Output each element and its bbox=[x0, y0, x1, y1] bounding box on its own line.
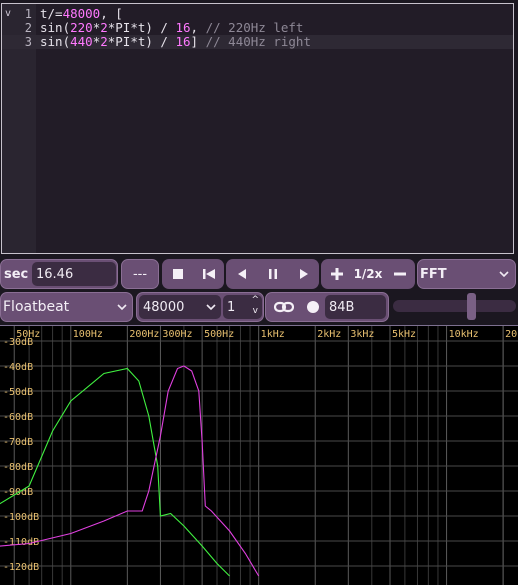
comment-token: // 440Hz right bbox=[205, 34, 311, 49]
restart-button[interactable] bbox=[193, 259, 224, 289]
number-token: 440 bbox=[70, 34, 93, 49]
plus-icon bbox=[330, 268, 343, 280]
db-tick-label: -100dB bbox=[3, 512, 39, 523]
frequency-tick-label: 1kHz bbox=[261, 329, 285, 340]
view-mode-select[interactable]: FFT bbox=[417, 259, 516, 289]
link-icon bbox=[274, 301, 294, 313]
fft-spectrum: 50Hz 100Hz 200Hz 300Hz 500Hz 1kHz 2kHz 3kHz 5kHz… bbox=[0, 325, 518, 585]
mode-select[interactable]: Floatbeat bbox=[0, 292, 133, 322]
code-text: t/=48000, [ bbox=[40, 7, 123, 21]
code-size-value: 84B bbox=[329, 299, 355, 315]
number-token: 16 bbox=[175, 20, 191, 35]
extra-display-text: --- bbox=[132, 266, 148, 282]
play-forward-button[interactable] bbox=[288, 259, 319, 289]
view-mode-value: FFT bbox=[420, 266, 447, 282]
play-backward-button[interactable] bbox=[226, 259, 257, 289]
code-token: , [ bbox=[100, 6, 123, 21]
pause-button[interactable] bbox=[257, 259, 288, 289]
minus-icon bbox=[393, 272, 406, 276]
speed-down-button[interactable] bbox=[384, 259, 415, 289]
stride-value: 1 bbox=[227, 299, 236, 315]
sample-rate-group: 48000 1 ^ v bbox=[136, 292, 264, 322]
code-token: sin( bbox=[40, 20, 71, 35]
number-token: 2 bbox=[100, 34, 108, 49]
line-number: 3 bbox=[24, 35, 32, 49]
extra-display: --- bbox=[121, 259, 159, 289]
code-token: sin( bbox=[40, 34, 71, 49]
speed-display: 1/2x bbox=[352, 259, 384, 289]
code-token: *PI*t) / bbox=[107, 20, 176, 35]
stop-button[interactable] bbox=[162, 259, 193, 289]
pause-icon bbox=[268, 269, 277, 279]
frequency-tick-label: 5kHz bbox=[392, 329, 416, 340]
code-token: *PI*t) / bbox=[107, 34, 176, 49]
db-tick-label: -50dB bbox=[3, 387, 33, 398]
code-token: ] bbox=[190, 34, 206, 49]
frequency-tick-label: 10kHz bbox=[449, 329, 479, 340]
speed-label: 1/2x bbox=[353, 267, 383, 281]
db-tick-label: -30dB bbox=[3, 337, 33, 348]
time-unit-label[interactable]: sec bbox=[4, 267, 28, 282]
code-size-field: 84B bbox=[325, 295, 386, 319]
frequency-tick-label: 300Hz bbox=[162, 329, 192, 340]
time-value-field[interactable]: 16.46 bbox=[32, 262, 116, 286]
line-number: 2 bbox=[24, 21, 32, 35]
number-token: 220 bbox=[70, 20, 93, 35]
sample-rate-select[interactable]: 48000 bbox=[139, 295, 221, 319]
code-editor[interactable]: v 1 t/=48000, [2 sin(220*2*PI*t) / 16, // … bbox=[1, 3, 514, 254]
frequency-tick-label: 500Hz bbox=[204, 329, 234, 340]
number-token: 16 bbox=[175, 34, 191, 49]
frequency-tick-label: 200Hz bbox=[129, 329, 159, 340]
db-tick-label: -70dB bbox=[3, 437, 33, 448]
code-token: , bbox=[190, 20, 206, 35]
stride-up-icon[interactable]: ^ bbox=[251, 295, 259, 306]
frequency-tick-label: 3kHz bbox=[350, 329, 374, 340]
db-tick-label: -120dB bbox=[3, 562, 39, 573]
frequency-tick-label: 2kHz bbox=[317, 329, 341, 340]
stride-field[interactable]: 1 ^ v bbox=[223, 295, 262, 319]
db-tick-label: -40dB bbox=[3, 362, 33, 373]
link-button[interactable] bbox=[269, 295, 299, 319]
play-forward-icon bbox=[299, 269, 308, 279]
play-backward-icon bbox=[237, 269, 246, 279]
stop-icon bbox=[172, 269, 183, 279]
db-tick-label: -80dB bbox=[3, 462, 33, 473]
skip-back-icon bbox=[202, 269, 215, 279]
record-button[interactable] bbox=[302, 295, 324, 319]
volume-slider-thumb[interactable] bbox=[467, 293, 477, 320]
chevron-down-icon bbox=[206, 304, 216, 311]
code-token: t/= bbox=[40, 6, 63, 21]
share-record-group: 84B bbox=[265, 292, 389, 322]
frequency-tick-label: 20kHz bbox=[505, 329, 518, 340]
db-tick-label: -60dB bbox=[3, 412, 33, 423]
mode-value: Floatbeat bbox=[3, 299, 70, 315]
code-line[interactable]: 2 sin(220*2*PI*t) / 16, // 220Hz left bbox=[2, 21, 513, 36]
chevron-down-icon bbox=[117, 304, 127, 311]
record-circle-icon bbox=[307, 301, 319, 313]
code-line[interactable]: 3 sin(440*2*PI*t) / 16] // 440Hz right bbox=[2, 35, 513, 49]
chevron-down-icon bbox=[499, 271, 509, 278]
code-text: sin(440*2*PI*t) / 16] // 440Hz right bbox=[40, 35, 311, 49]
speed-up-button[interactable] bbox=[321, 259, 352, 289]
code-text: sin(220*2*PI*t) / 16, // 220Hz left bbox=[40, 21, 303, 35]
code-line[interactable]: 1 t/=48000, [ bbox=[2, 7, 513, 22]
number-token: 2 bbox=[100, 20, 108, 35]
volume-slider-track[interactable] bbox=[393, 293, 516, 320]
frequency-tick-label: 100Hz bbox=[73, 329, 103, 340]
number-token: 48000 bbox=[62, 6, 101, 21]
spectrum-plot: 50Hz 100Hz 200Hz 300Hz 500Hz 1kHz 2kHz 3kHz 5kHz… bbox=[0, 326, 518, 585]
line-number: 1 bbox=[24, 7, 32, 21]
stride-down-icon[interactable]: v bbox=[251, 306, 259, 317]
time-counter: sec 16.46 bbox=[0, 259, 118, 289]
comment-token: // 220Hz left bbox=[205, 20, 304, 35]
sample-rate-value: 48000 bbox=[143, 299, 185, 315]
